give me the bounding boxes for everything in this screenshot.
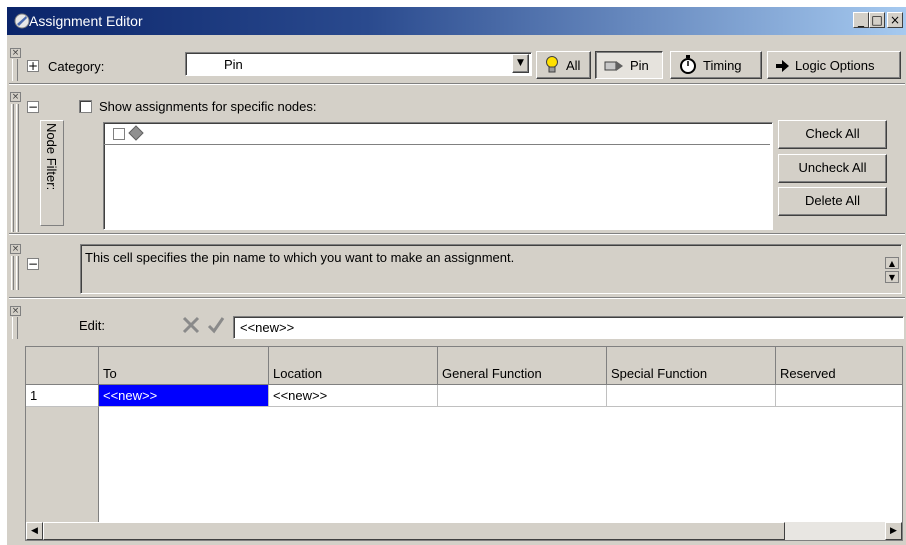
- delete-all-button[interactable]: Delete All: [778, 187, 887, 216]
- scroll-right-icon[interactable]: ▶: [885, 522, 902, 540]
- node-list[interactable]: [103, 122, 773, 230]
- timing-button[interactable]: Timing: [670, 51, 762, 79]
- edit-label: Edit:: [79, 318, 106, 333]
- table-cell-reserved[interactable]: [776, 385, 902, 407]
- all-button[interactable]: All: [536, 51, 591, 79]
- logic-options-button[interactable]: Logic Options: [767, 51, 901, 79]
- node-filter-grip-2[interactable]: [16, 104, 19, 232]
- column-label: To: [103, 366, 117, 381]
- show-assignments-label: Show assignments for specific nodes:: [99, 99, 317, 114]
- accept-edit-icon[interactable]: [207, 315, 225, 335]
- assignment-table: To Location General Function Special Fun…: [25, 346, 903, 541]
- info-pane-grip-2[interactable]: [16, 256, 19, 290]
- scroll-down-icon[interactable]: ▼: [885, 271, 899, 283]
- separator: [9, 297, 905, 299]
- column-header-to[interactable]: To: [99, 347, 269, 385]
- bulb-icon: [546, 56, 558, 73]
- title-bar[interactable]: Assignment Editor _ □ ×: [7, 7, 906, 35]
- minimize-button[interactable]: _: [853, 12, 869, 28]
- pin-button-label: Pin: [630, 58, 649, 73]
- column-label: General Function: [442, 366, 542, 381]
- scroll-left-icon[interactable]: ◀: [26, 522, 43, 540]
- edit-pane-grip[interactable]: [12, 317, 18, 339]
- category-select[interactable]: Pin ▼: [185, 52, 532, 76]
- node-filter-close-icon[interactable]: ×: [10, 92, 21, 102]
- table-cell-special-function[interactable]: [607, 385, 776, 407]
- scroll-thumb[interactable]: [43, 522, 785, 540]
- check-all-button[interactable]: Check All: [778, 120, 887, 149]
- column-label: Special Function: [611, 366, 708, 381]
- pin-button[interactable]: Pin: [595, 51, 663, 79]
- maximize-button[interactable]: □: [869, 12, 885, 28]
- node-filter-grip[interactable]: [11, 104, 14, 232]
- horizontal-scrollbar[interactable]: ◀ ▶: [26, 522, 902, 540]
- assignment-editor-window: Assignment Editor _ □ × × + Category: Pi…: [6, 6, 906, 545]
- arrow-icon: [776, 60, 789, 72]
- separator: [9, 83, 905, 85]
- scroll-up-icon[interactable]: ▲: [885, 257, 899, 269]
- table-cell-general-function[interactable]: [438, 385, 607, 407]
- stopwatch-icon: [680, 55, 696, 74]
- node-diamond-icon: [128, 125, 144, 141]
- category-value: Pin: [224, 57, 243, 72]
- node-filter-side-tab[interactable]: Node Filter:: [40, 120, 64, 226]
- category-pane-grip[interactable]: [12, 59, 18, 81]
- table-cell-location[interactable]: <<new>>: [269, 385, 438, 407]
- edit-pane-close-icon[interactable]: ×: [10, 306, 21, 316]
- node-row-checkbox[interactable]: [113, 128, 125, 140]
- column-header-reserved[interactable]: Reserved: [776, 347, 902, 385]
- info-box: This cell specifies the pin name to whic…: [80, 244, 902, 294]
- row-number[interactable]: 1: [26, 385, 99, 407]
- table-corner-header[interactable]: [26, 347, 99, 385]
- window-title: Assignment Editor: [29, 13, 143, 29]
- column-label: Location: [273, 366, 323, 381]
- pin-icon: [604, 61, 623, 71]
- info-scrollbar[interactable]: ▲ ▼: [885, 247, 899, 289]
- column-label: Reserved: [780, 366, 836, 381]
- separator: [9, 233, 905, 235]
- node-filter-side-label: Node Filter:: [44, 123, 59, 191]
- info-text: This cell specifies the pin name to whic…: [85, 250, 515, 265]
- category-pane-close-icon[interactable]: ×: [10, 48, 21, 58]
- column-header-general-function[interactable]: General Function: [438, 347, 607, 385]
- close-button[interactable]: ×: [887, 12, 903, 28]
- logic-options-button-label: Logic Options: [795, 58, 875, 73]
- category-label: Category:: [48, 59, 105, 74]
- table-cell-to[interactable]: <<new>>: [99, 385, 269, 407]
- uncheck-all-button[interactable]: Uncheck All: [778, 154, 887, 183]
- chevron-down-icon[interactable]: ▼: [512, 54, 529, 73]
- column-header-special-function[interactable]: Special Function: [607, 347, 776, 385]
- edit-input-value: <<new>>: [240, 320, 295, 335]
- edit-input[interactable]: <<new>>: [233, 316, 904, 339]
- category-expand-icon[interactable]: +: [27, 60, 39, 72]
- cancel-edit-icon[interactable]: [181, 315, 201, 335]
- column-header-location[interactable]: Location: [269, 347, 438, 385]
- info-pane-collapse-icon[interactable]: −: [27, 258, 39, 270]
- node-list-row[interactable]: [104, 123, 770, 145]
- show-assignments-checkbox[interactable]: [79, 100, 92, 113]
- all-button-label: All: [566, 58, 581, 73]
- info-pane-close-icon[interactable]: ×: [10, 244, 21, 254]
- info-pane-grip[interactable]: [11, 256, 14, 290]
- timing-button-label: Timing: [703, 58, 742, 73]
- node-filter-collapse-icon[interactable]: −: [27, 101, 39, 113]
